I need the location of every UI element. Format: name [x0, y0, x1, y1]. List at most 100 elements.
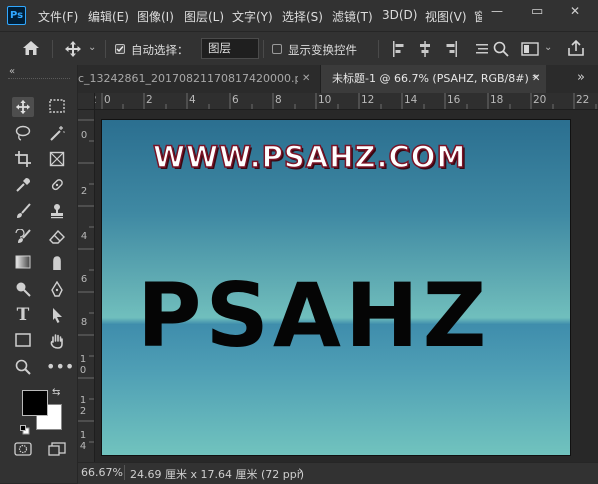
gradient-tool-icon[interactable]	[12, 253, 34, 273]
menu-layer[interactable]: 图层(L)	[184, 8, 224, 25]
document-info: 24.69 厘米 x 17.64 厘米 (72 ppi)	[130, 468, 305, 481]
separator	[124, 465, 125, 480]
stamp-tool-icon[interactable]	[46, 201, 68, 221]
distribute-icon[interactable]	[476, 41, 488, 61]
menu-image[interactable]: 图像(I)	[137, 8, 174, 25]
tab-document-psd[interactable]: c_13242861_20170821170817420000.psd ✕	[78, 65, 321, 93]
move-tool-icon[interactable]	[12, 97, 34, 117]
show-transform-checkbox[interactable]	[272, 44, 282, 54]
ruler-label: 2	[80, 186, 88, 197]
tab-label: 未标题-1 @ 66.7% (PSAHZ, RGB/8#) *	[332, 72, 538, 85]
menu-view[interactable]: 视图(V)	[425, 8, 467, 25]
zoom-tool-icon[interactable]	[12, 357, 34, 377]
ruler-label: 12	[361, 94, 375, 106]
zoom-level[interactable]: 66.67%	[81, 466, 123, 479]
ruler-label: 1 0	[79, 354, 87, 376]
ruler-label: 8	[275, 94, 282, 106]
ruler-label: 6	[80, 274, 88, 285]
close-button[interactable]: ✕	[570, 4, 580, 18]
search-icon[interactable]	[493, 41, 509, 61]
tab-overflow-button[interactable]: »	[577, 70, 585, 85]
ruler-label: 20	[533, 94, 547, 106]
eyedropper-tool-icon[interactable]	[12, 175, 34, 195]
horizontal-ruler: 2 0 2 4 6 8 10 12 14 16 18 20 22	[78, 93, 598, 110]
tab-label: c_13242861_20170821170817420000.psd	[78, 72, 298, 85]
menu-type[interactable]: 文字(Y)	[232, 8, 273, 25]
ruler-label: 4	[189, 94, 196, 106]
horizontal-ruler-ticks	[101, 93, 597, 109]
home-icon[interactable]	[22, 40, 40, 60]
share-icon[interactable]	[567, 39, 585, 61]
align-right-icon[interactable]	[444, 41, 458, 61]
frame-tool-icon[interactable]	[46, 149, 68, 169]
default-colors-icon[interactable]	[20, 420, 30, 439]
chevron-down-icon[interactable]: ⌄	[88, 42, 96, 53]
minimize-button[interactable]: —	[491, 4, 503, 18]
quick-mask-icon[interactable]	[12, 440, 34, 460]
menu-select[interactable]: 选择(S)	[282, 8, 323, 25]
menu-window[interactable]: 窗	[474, 8, 482, 25]
align-left-icon[interactable]	[392, 41, 406, 61]
marquee-tool-icon[interactable]	[46, 97, 68, 117]
ruler-label: 10	[318, 94, 332, 106]
crop-tool-icon[interactable]	[12, 149, 34, 169]
menu-3d[interactable]: 3D(D)	[382, 8, 417, 22]
photoshop-logo-icon[interactable]: Ps	[7, 6, 26, 25]
ruler-label: 1 2	[79, 395, 87, 417]
swap-colors-icon[interactable]: ⇆	[52, 387, 60, 398]
hand-tool-icon[interactable]	[46, 331, 68, 351]
ruler-origin[interactable]	[78, 93, 95, 110]
ruler-label: 6	[232, 94, 239, 106]
eraser-tool-icon[interactable]	[46, 227, 68, 247]
ruler-label: 1 4	[79, 430, 87, 452]
ruler-label: 8	[80, 317, 88, 328]
screen-mode-icon[interactable]	[46, 440, 68, 460]
dodge-tool-icon[interactable]	[12, 279, 34, 299]
healing-brush-tool-icon[interactable]	[46, 175, 68, 195]
ruler-label: 4	[80, 231, 88, 242]
toolbar-grip	[8, 78, 70, 81]
smudge-tool-icon[interactable]	[46, 253, 68, 273]
ruler-label: 18	[490, 94, 504, 106]
ruler-label: 16	[447, 94, 461, 106]
move-tool-icon[interactable]	[64, 40, 82, 62]
status-bar: 66.67% 24.69 厘米 x 17.64 厘米 (72 ppi) ›	[78, 462, 598, 484]
tab-close-icon[interactable]: ✕	[532, 65, 540, 93]
foreground-color-swatch[interactable]	[22, 390, 48, 416]
more-tools-icon[interactable]: •••	[46, 357, 74, 377]
menu-edit[interactable]: 编辑(E)	[88, 8, 129, 25]
canvas-big-text: PSAHZ	[137, 264, 491, 367]
menu-filter[interactable]: 滤镜(T)	[332, 8, 373, 25]
tab-close-icon[interactable]: ✕	[302, 65, 310, 93]
pen-tool-icon[interactable]	[46, 279, 68, 299]
separator	[378, 40, 379, 58]
brush-tool-icon[interactable]	[12, 201, 34, 221]
tab-document-untitled[interactable]: 未标题-1 @ 66.7% (PSAHZ, RGB/8#) * ✕	[321, 65, 546, 93]
path-selection-tool-icon[interactable]	[46, 305, 68, 325]
menu-file[interactable]: 文件(F)	[38, 8, 78, 25]
separator	[263, 40, 264, 58]
history-brush-tool-icon[interactable]	[12, 227, 34, 247]
ruler-label: 0	[80, 130, 88, 141]
align-center-icon[interactable]	[418, 41, 432, 61]
canvas-url-text: WWW.PSAHZ.COM	[152, 139, 467, 175]
panel-collapse-button[interactable]: «	[9, 66, 15, 77]
separator	[105, 40, 106, 58]
type-tool-icon[interactable]: T	[12, 305, 34, 325]
lasso-tool-icon[interactable]	[12, 123, 34, 143]
auto-select-label: 自动选择：	[131, 43, 189, 57]
separator	[52, 40, 53, 58]
ruler-label: 14	[404, 94, 418, 106]
workspace-icon[interactable]	[521, 41, 539, 61]
chevron-down-icon[interactable]: ⌄	[544, 42, 552, 53]
auto-select-checkbox[interactable]	[115, 44, 125, 54]
rectangle-tool-icon[interactable]	[12, 331, 34, 351]
ruler-label: 0	[104, 94, 111, 106]
magic-wand-tool-icon[interactable]	[46, 123, 68, 143]
ruler-label: 2	[146, 94, 153, 106]
maximize-button[interactable]: ▭	[531, 4, 543, 19]
ruler-label: 22	[576, 94, 590, 106]
show-transform-label: 显示变换控件	[288, 43, 357, 57]
status-menu-arrow[interactable]: ›	[298, 464, 303, 479]
auto-select-target-dropdown[interactable]: 图层	[201, 38, 259, 59]
